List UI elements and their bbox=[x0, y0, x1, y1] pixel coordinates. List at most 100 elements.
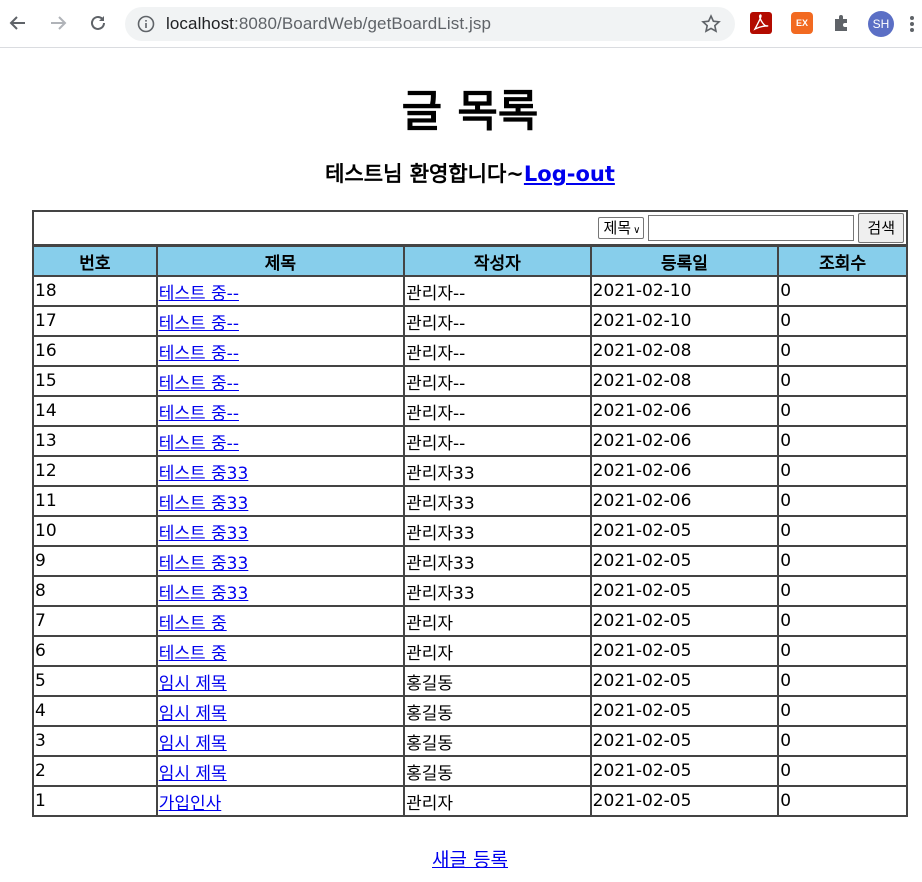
cell-no: 5 bbox=[32, 665, 158, 697]
cell-regdate: 2021-02-05 bbox=[589, 575, 780, 607]
reload-button[interactable] bbox=[83, 8, 113, 38]
cell-no: 1 bbox=[32, 785, 158, 817]
post-title-link[interactable]: 테스트 중-- bbox=[159, 284, 239, 304]
cell-views: 0 bbox=[777, 335, 908, 367]
cell-writer: 관리자 bbox=[403, 635, 592, 667]
search-button[interactable]: 검색 bbox=[858, 213, 904, 243]
post-title-link[interactable]: 가입인사 bbox=[159, 794, 222, 814]
cell-regdate: 2021-02-06 bbox=[589, 455, 780, 487]
cell-writer: 관리자-- bbox=[403, 365, 592, 397]
table-row: 16 테스트 중-- 관리자-- 2021-02-08 0 bbox=[32, 335, 908, 367]
cell-views: 0 bbox=[777, 305, 908, 337]
search-cell: 제목 ∨ 검색 bbox=[33, 211, 907, 245]
post-title-link[interactable]: 테스트 중33 bbox=[159, 464, 249, 484]
cell-title: 임시 제목 bbox=[155, 665, 406, 697]
bookmark-star-icon[interactable] bbox=[701, 14, 721, 34]
table-row: 15 테스트 중-- 관리자-- 2021-02-08 0 bbox=[32, 365, 908, 397]
browser-toolbar: localhost:8080/BoardWeb/getBoardList.jsp… bbox=[0, 0, 922, 48]
cell-regdate: 2021-02-05 bbox=[589, 635, 780, 667]
post-title-link[interactable]: 테스트 중33 bbox=[159, 524, 249, 544]
header-writer: 작성자 bbox=[403, 245, 592, 277]
cell-no: 12 bbox=[32, 455, 158, 487]
page-title: 글 목록 bbox=[401, 86, 539, 137]
post-title-link[interactable]: 테스트 중33 bbox=[159, 584, 249, 604]
search-keyword-input[interactable] bbox=[648, 215, 855, 241]
cell-regdate: 2021-02-05 bbox=[589, 665, 780, 697]
logout-link[interactable]: Log-out bbox=[524, 162, 615, 186]
cell-regdate: 2021-02-05 bbox=[589, 605, 780, 637]
cell-writer: 관리자33 bbox=[403, 515, 592, 547]
menu-dots-icon[interactable] bbox=[910, 16, 916, 34]
post-title-link[interactable]: 테스트 중-- bbox=[159, 404, 239, 424]
table-row: 1 가입인사 관리자 2021-02-05 0 bbox=[32, 785, 908, 817]
header-regdate: 등록일 bbox=[589, 245, 780, 277]
table-row: 17 테스트 중-- 관리자-- 2021-02-10 0 bbox=[32, 305, 908, 337]
cell-no: 6 bbox=[32, 635, 158, 667]
post-title-link[interactable]: 테스트 중33 bbox=[159, 554, 249, 574]
cell-regdate: 2021-02-05 bbox=[589, 755, 780, 787]
cell-regdate: 2021-02-06 bbox=[589, 485, 780, 517]
cell-writer: 관리자-- bbox=[403, 335, 592, 367]
post-title-link[interactable]: 테스트 중-- bbox=[159, 374, 239, 394]
forward-button[interactable] bbox=[43, 8, 73, 38]
cell-no: 9 bbox=[32, 545, 158, 577]
post-title-link[interactable]: 테스트 중 bbox=[159, 614, 227, 634]
table-row: 3 임시 제목 홍길동 2021-02-05 0 bbox=[32, 725, 908, 757]
cell-regdate: 2021-02-10 bbox=[589, 305, 780, 337]
search-bar: 제목 ∨ 검색 bbox=[32, 210, 908, 246]
cell-views: 0 bbox=[777, 485, 908, 517]
post-title-link[interactable]: 임시 제목 bbox=[159, 764, 227, 784]
cell-regdate: 2021-02-05 bbox=[589, 725, 780, 757]
back-button[interactable] bbox=[3, 8, 33, 38]
cell-views: 0 bbox=[777, 425, 908, 457]
cell-no: 11 bbox=[32, 485, 158, 517]
post-title-link[interactable]: 테스트 중-- bbox=[159, 434, 239, 454]
cell-writer: 관리자33 bbox=[403, 485, 592, 517]
post-title-link[interactable]: 테스트 중-- bbox=[159, 344, 239, 364]
cell-title: 테스트 중-- bbox=[155, 395, 406, 427]
post-title-link[interactable]: 테스트 중 bbox=[159, 644, 227, 664]
info-icon[interactable] bbox=[137, 15, 155, 33]
ex-extension-icon[interactable]: EX bbox=[791, 12, 813, 34]
cell-writer: 홍길동 bbox=[403, 725, 592, 757]
cell-regdate: 2021-02-05 bbox=[589, 515, 780, 547]
cell-regdate: 2021-02-05 bbox=[589, 545, 780, 577]
cell-no: 17 bbox=[32, 305, 158, 337]
post-title-link[interactable]: 임시 제목 bbox=[159, 704, 227, 724]
table-row: 5 임시 제목 홍길동 2021-02-05 0 bbox=[32, 665, 908, 697]
cell-title: 테스트 중-- bbox=[155, 365, 406, 397]
profile-avatar[interactable]: SH bbox=[868, 11, 894, 37]
table-row: 14 테스트 중-- 관리자-- 2021-02-06 0 bbox=[32, 395, 908, 427]
cell-regdate: 2021-02-05 bbox=[589, 695, 780, 727]
cell-writer: 관리자-- bbox=[403, 395, 592, 427]
welcome-line: 테스트님 환영합니다~Log-out bbox=[0, 158, 922, 188]
cell-regdate: 2021-02-10 bbox=[589, 275, 780, 307]
pdf-extension-icon[interactable] bbox=[750, 12, 772, 34]
cell-writer: 홍길동 bbox=[403, 755, 592, 787]
cell-title: 테스트 중-- bbox=[155, 305, 406, 337]
post-title-link[interactable]: 테스트 중-- bbox=[159, 314, 239, 334]
cell-title: 임시 제목 bbox=[155, 725, 406, 757]
post-title-link[interactable]: 테스트 중33 bbox=[159, 494, 249, 514]
cell-views: 0 bbox=[777, 695, 908, 727]
post-title-link[interactable]: 임시 제목 bbox=[159, 734, 227, 754]
cell-writer: 관리자-- bbox=[403, 275, 592, 307]
address-bar[interactable]: localhost:8080/BoardWeb/getBoardList.jsp bbox=[125, 7, 735, 41]
cell-no: 4 bbox=[32, 695, 158, 727]
cell-regdate: 2021-02-08 bbox=[589, 335, 780, 367]
extensions-puzzle-icon[interactable] bbox=[831, 12, 853, 34]
cell-title: 테스트 중 bbox=[155, 635, 406, 667]
search-condition-select[interactable]: 제목 ∨ bbox=[598, 217, 645, 239]
cell-views: 0 bbox=[777, 395, 908, 427]
cell-title: 임시 제목 bbox=[155, 695, 406, 727]
new-post-link[interactable]: 새글 등록 bbox=[432, 849, 508, 871]
cell-writer: 관리자33 bbox=[403, 575, 592, 607]
chevron-down-icon: ∨ bbox=[633, 225, 641, 236]
post-title-link[interactable]: 임시 제목 bbox=[159, 674, 227, 694]
cell-title: 테스트 중33 bbox=[155, 515, 406, 547]
cell-views: 0 bbox=[777, 365, 908, 397]
cell-views: 0 bbox=[777, 665, 908, 697]
cell-views: 0 bbox=[777, 575, 908, 607]
cell-regdate: 2021-02-06 bbox=[589, 395, 780, 427]
header-views: 조회수 bbox=[777, 245, 908, 277]
